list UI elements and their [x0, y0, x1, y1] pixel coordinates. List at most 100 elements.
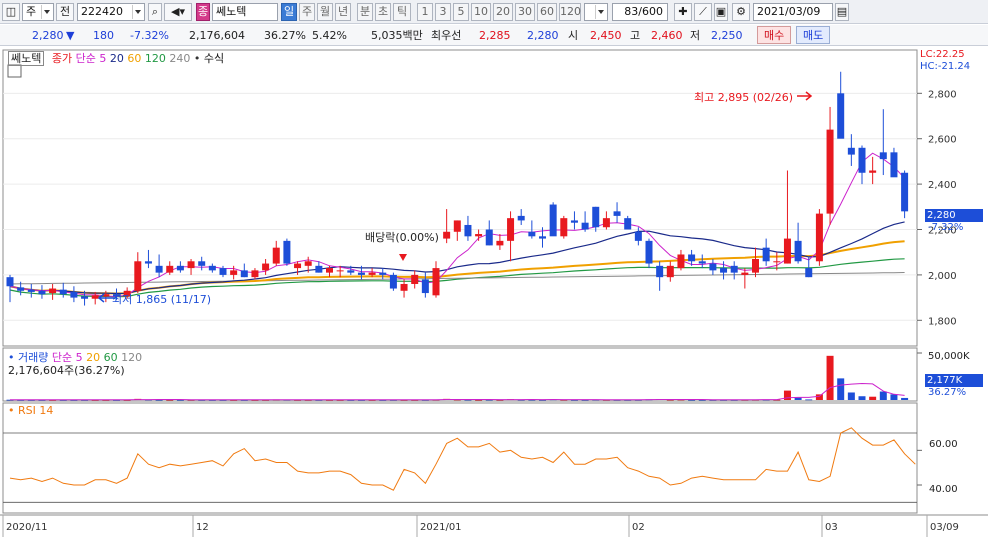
quote-bar: 2,280 ▼ 180 -7.32% 2,176,604 36.27% 5.42…	[0, 25, 988, 46]
price-legend: 쎄노텍 종가 단순 5 20 60 120 240 • 수식	[8, 50, 224, 66]
candle-body	[613, 211, 621, 216]
save-icon[interactable]: ▣	[714, 3, 728, 21]
interval-10[interactable]: 10	[471, 3, 491, 21]
interval-3[interactable]: 3	[435, 3, 451, 21]
high-note: 최고 2,895 (02/26)	[694, 91, 794, 104]
candle-body	[581, 222, 589, 230]
candle-body	[38, 290, 46, 295]
gear-icon[interactable]: ⚙	[732, 3, 750, 21]
candle-body	[858, 147, 866, 173]
last-pct-tag: -7.32%	[928, 222, 964, 233]
candle-body	[815, 213, 823, 262]
candle-body	[357, 272, 365, 275]
interval-1[interactable]: 1	[417, 3, 433, 21]
rsi-label: RSI 14	[18, 404, 54, 417]
volume-last-pct: 36.27%	[928, 387, 967, 398]
volume-bar	[890, 394, 898, 400]
candle-body	[560, 218, 568, 237]
candle-body	[6, 277, 14, 287]
chart-settings-icon[interactable]: ◫	[2, 3, 20, 21]
candle-body	[240, 270, 248, 278]
candle-body	[187, 261, 195, 269]
period-second[interactable]: 초	[375, 3, 391, 21]
candle-body	[432, 268, 440, 296]
candle-body	[379, 272, 387, 275]
time-axis-label: 2020/11	[6, 522, 48, 533]
candle-body	[421, 279, 429, 294]
interval-60[interactable]: 60	[537, 3, 557, 21]
price-change-pct: -7.32%	[130, 29, 169, 42]
volume-current: 2,176,604주(36.27%)	[8, 364, 125, 377]
candle-body	[602, 218, 610, 228]
volume-bar	[858, 396, 866, 400]
candle-body	[517, 215, 525, 221]
period-tick[interactable]: 틱	[393, 3, 411, 21]
candle-body	[27, 289, 35, 292]
volume-bar	[826, 355, 834, 400]
formula-label: 수식	[203, 52, 225, 65]
last-price-tag: 2,280	[925, 209, 983, 222]
buy-button[interactable]: 매수	[757, 26, 792, 44]
candle-body	[879, 152, 887, 160]
candle-body	[81, 296, 89, 299]
period-year[interactable]: 년	[335, 3, 351, 21]
date-field[interactable]: 2021/03/09	[753, 3, 833, 21]
current-price: 2,280	[32, 29, 64, 42]
price-tick-label: 2,000	[928, 271, 957, 282]
open-label: 시	[568, 29, 579, 42]
volume-bar	[901, 397, 909, 400]
interval-20[interactable]: 20	[493, 3, 513, 21]
chart-area[interactable]: 2,800 2,600 2,400 2,200 2,000 1,800 2020/11 12 2…	[0, 47, 988, 537]
candle-body	[294, 263, 302, 269]
interval-120[interactable]: 120	[559, 3, 581, 21]
candle-body	[783, 238, 791, 264]
calendar-icon[interactable]: ▤	[835, 3, 849, 21]
close-label: 종가	[51, 52, 73, 65]
period-week[interactable]: 주	[299, 3, 315, 21]
price-change: 180	[93, 29, 114, 42]
price-tick-label: 2,600	[928, 135, 957, 146]
candle-body	[443, 231, 451, 239]
candle-body	[826, 129, 834, 214]
ma60-label: 60	[127, 52, 142, 65]
data-count-field[interactable]: 83/600	[612, 3, 668, 21]
candle-body	[219, 268, 227, 275]
candle-body	[176, 265, 184, 271]
stock-name-field[interactable]: 쎄노텍	[212, 3, 278, 21]
chevron-down-icon[interactable]	[132, 5, 143, 19]
sell-button[interactable]: 매도	[796, 26, 831, 44]
ma20-label: 20	[109, 52, 124, 65]
candle-body	[837, 93, 845, 139]
candle-body	[208, 265, 216, 271]
prev-button[interactable]: 전	[56, 3, 74, 21]
candle-body	[741, 272, 749, 275]
trend-icon[interactable]: ⟋	[694, 3, 712, 21]
candle-body	[262, 263, 270, 271]
stock-code-input[interactable]: 222420	[77, 3, 145, 21]
candle-body	[475, 234, 483, 237]
rsi-tick-60: 60.00	[929, 439, 958, 450]
low-label: 저	[690, 29, 701, 42]
candle-body	[453, 220, 461, 232]
market-select[interactable]: 주	[22, 3, 54, 21]
volume-bar	[794, 397, 802, 400]
volume-bar	[837, 378, 845, 400]
speaker-icon[interactable]: ◀▾	[164, 3, 192, 21]
candle-body	[634, 231, 642, 241]
grid-toggle-icon[interactable]	[7, 64, 22, 78]
crosshair-icon[interactable]: ✚	[674, 3, 692, 21]
period-minute[interactable]: 분	[357, 3, 373, 21]
interval-5[interactable]: 5	[453, 3, 469, 21]
stock-name-tag: 쎄노텍	[8, 51, 45, 66]
candle-body	[496, 240, 504, 246]
interval-30[interactable]: 30	[515, 3, 535, 21]
candle-body	[166, 265, 174, 273]
trade-amount: 5,035백만	[371, 29, 423, 42]
search-icon[interactable]: ⌕	[148, 3, 162, 21]
period-day[interactable]: 일	[281, 3, 297, 21]
period-month[interactable]: 월	[317, 3, 333, 21]
interval-custom-select[interactable]	[584, 3, 608, 21]
main-toolbar: ◫ 주 전 222420 ⌕ ◀▾ 종 쎄노텍 일 주 월 년 분 초 틱 1 …	[0, 0, 988, 24]
candle-body	[251, 270, 259, 278]
candle-body	[805, 268, 813, 278]
